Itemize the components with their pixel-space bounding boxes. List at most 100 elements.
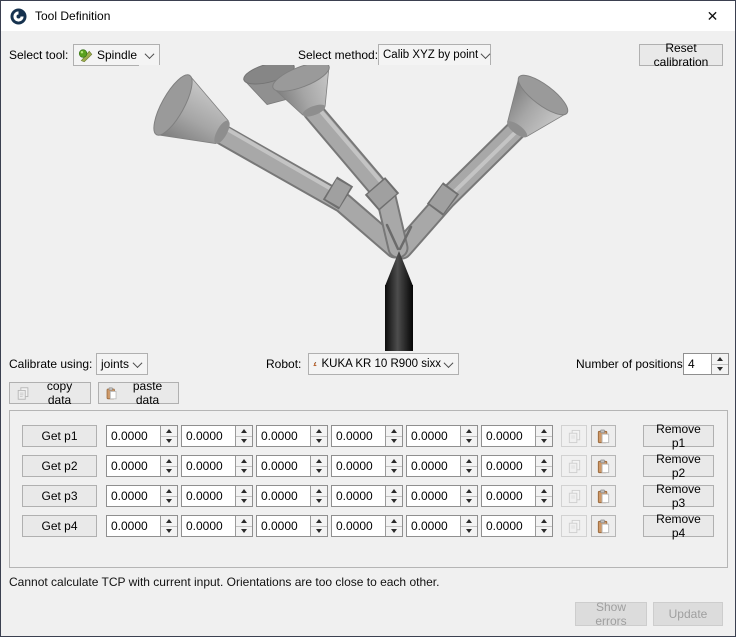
spinner-buttons[interactable] xyxy=(160,486,177,506)
remove-point-button[interactable]: Remove p3 xyxy=(643,485,714,507)
spin-up-button[interactable] xyxy=(311,516,327,526)
spin-up-button[interactable] xyxy=(386,426,402,436)
coordinate-spinbox[interactable] xyxy=(106,515,178,537)
spinner-buttons[interactable] xyxy=(460,456,477,476)
spin-down-button[interactable] xyxy=(236,466,252,477)
paste-row-button[interactable] xyxy=(591,485,616,507)
spin-down-button[interactable] xyxy=(461,466,477,477)
spin-up-button[interactable] xyxy=(386,486,402,496)
spinner-buttons[interactable] xyxy=(310,516,327,536)
spinner-buttons[interactable] xyxy=(535,486,552,506)
method-select-dropdown[interactable]: Calib XYZ by point xyxy=(378,44,491,66)
spin-down-button[interactable] xyxy=(386,466,402,477)
spinner-buttons[interactable] xyxy=(460,486,477,506)
get-point-button[interactable]: Get p4 xyxy=(22,515,97,537)
spin-up-button[interactable] xyxy=(161,516,177,526)
coordinate-spinbox[interactable] xyxy=(331,425,403,447)
spinner-buttons[interactable] xyxy=(535,516,552,536)
coordinate-spinbox[interactable] xyxy=(406,485,478,507)
robot-select-dropdown[interactable]: KUKA KR 10 R900 sixx xyxy=(308,353,459,375)
spin-up-button[interactable] xyxy=(161,456,177,466)
spinner-buttons[interactable] xyxy=(235,516,252,536)
spinner-buttons[interactable] xyxy=(310,486,327,506)
coordinate-spinbox[interactable] xyxy=(256,425,328,447)
spin-down-button[interactable] xyxy=(236,526,252,537)
spinner-buttons[interactable] xyxy=(160,516,177,536)
coordinate-spinbox[interactable] xyxy=(181,455,253,477)
spin-up-button[interactable] xyxy=(161,426,177,436)
coordinate-spinbox[interactable] xyxy=(481,455,553,477)
spin-up-button[interactable] xyxy=(461,516,477,526)
spinner-buttons[interactable] xyxy=(385,516,402,536)
spin-up-button[interactable] xyxy=(161,486,177,496)
spin-down-button[interactable] xyxy=(161,466,177,477)
coordinate-spinbox[interactable] xyxy=(481,425,553,447)
coordinate-input[interactable] xyxy=(482,456,535,476)
coordinate-input[interactable] xyxy=(332,516,385,536)
coordinate-input[interactable] xyxy=(107,486,160,506)
get-point-button[interactable]: Get p1 xyxy=(22,425,97,447)
coordinate-spinbox[interactable] xyxy=(406,425,478,447)
coordinate-spinbox[interactable] xyxy=(106,455,178,477)
paste-row-button[interactable] xyxy=(591,455,616,477)
spin-down-button[interactable] xyxy=(536,526,552,537)
spin-down-button[interactable] xyxy=(161,526,177,537)
coordinate-input[interactable] xyxy=(332,456,385,476)
reset-calibration-button[interactable]: Reset calibration xyxy=(639,44,723,66)
coordinate-spinbox[interactable] xyxy=(481,515,553,537)
coordinate-input[interactable] xyxy=(182,516,235,536)
coordinate-spinbox[interactable] xyxy=(106,485,178,507)
spin-up-button[interactable] xyxy=(386,456,402,466)
spin-down-button[interactable] xyxy=(386,436,402,447)
spin-down-button[interactable] xyxy=(161,436,177,447)
spinner-buttons[interactable] xyxy=(310,456,327,476)
coordinate-spinbox[interactable] xyxy=(331,455,403,477)
spin-up-button[interactable] xyxy=(712,354,728,364)
spin-up-button[interactable] xyxy=(386,516,402,526)
spin-down-button[interactable] xyxy=(536,466,552,477)
spinner-buttons[interactable] xyxy=(160,426,177,446)
spin-down-button[interactable] xyxy=(461,496,477,507)
spin-up-button[interactable] xyxy=(236,456,252,466)
spin-up-button[interactable] xyxy=(311,486,327,496)
spinner-buttons[interactable] xyxy=(235,456,252,476)
coordinate-input[interactable] xyxy=(107,516,160,536)
coordinate-input[interactable] xyxy=(407,456,460,476)
coordinate-spinbox[interactable] xyxy=(181,515,253,537)
get-point-button[interactable]: Get p2 xyxy=(22,455,97,477)
coordinate-spinbox[interactable] xyxy=(256,485,328,507)
coordinate-spinbox[interactable] xyxy=(406,515,478,537)
spin-down-button[interactable] xyxy=(311,466,327,477)
coordinate-spinbox[interactable] xyxy=(481,485,553,507)
close-button[interactable]: ✕ xyxy=(690,1,735,31)
coordinate-input[interactable] xyxy=(257,456,310,476)
spin-up-button[interactable] xyxy=(311,426,327,436)
paste-data-button[interactable]: paste data xyxy=(98,382,179,404)
spin-down-button[interactable] xyxy=(161,496,177,507)
coordinate-input[interactable] xyxy=(482,486,535,506)
spinner-buttons[interactable] xyxy=(160,456,177,476)
spin-up-button[interactable] xyxy=(536,456,552,466)
coordinate-input[interactable] xyxy=(407,486,460,506)
coordinate-spinbox[interactable] xyxy=(406,455,478,477)
coordinate-input[interactable] xyxy=(407,516,460,536)
positions-input[interactable] xyxy=(684,354,711,374)
spin-down-button[interactable] xyxy=(236,496,252,507)
spin-up-button[interactable] xyxy=(461,426,477,436)
paste-row-button[interactable] xyxy=(591,515,616,537)
calibrate-using-dropdown[interactable]: joints xyxy=(96,353,148,375)
copy-row-button[interactable] xyxy=(561,425,587,447)
coordinate-spinbox[interactable] xyxy=(256,515,328,537)
spinner-buttons[interactable] xyxy=(310,426,327,446)
spinner-buttons[interactable] xyxy=(385,426,402,446)
coordinate-spinbox[interactable] xyxy=(331,485,403,507)
spinner-buttons[interactable] xyxy=(711,354,728,374)
tool-select-dropdown[interactable]: Spindle xyxy=(73,44,160,66)
coordinate-spinbox[interactable] xyxy=(256,455,328,477)
remove-point-button[interactable]: Remove p4 xyxy=(643,515,714,537)
spin-down-button[interactable] xyxy=(386,496,402,507)
coordinate-spinbox[interactable] xyxy=(181,425,253,447)
coordinate-input[interactable] xyxy=(107,426,160,446)
spinner-buttons[interactable] xyxy=(235,486,252,506)
spin-up-button[interactable] xyxy=(536,516,552,526)
